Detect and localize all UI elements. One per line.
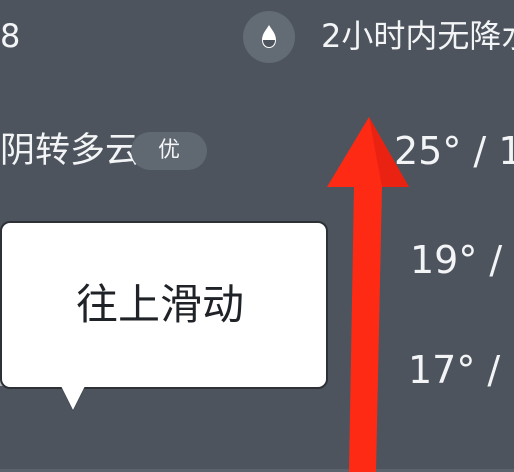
- precipitation-text: 2小时内无降水: [321, 17, 514, 55]
- weather-description: 阴转多云: [0, 131, 141, 171]
- temperature-range-2: 19° / 5: [410, 238, 514, 282]
- swipe-up-tooltip: 往上滑动: [0, 221, 328, 389]
- up-arrow-icon: [327, 117, 409, 472]
- drop-icon: [262, 25, 276, 48]
- top-left-number: 8: [0, 17, 21, 55]
- weather-screen: 8 2小时内无降水 阴转多云 优 25° / 11 19° / 5 17° / …: [0, 0, 514, 472]
- temperature-range-1: 25° / 11: [394, 129, 514, 173]
- swipe-up-text: 往上滑动: [76, 280, 245, 329]
- tooltip-tail: [61, 386, 85, 410]
- temperature-range-3: 17° / 4: [408, 348, 514, 392]
- precipitation-button[interactable]: [243, 11, 295, 63]
- air-quality-badge[interactable]: 优: [131, 132, 207, 170]
